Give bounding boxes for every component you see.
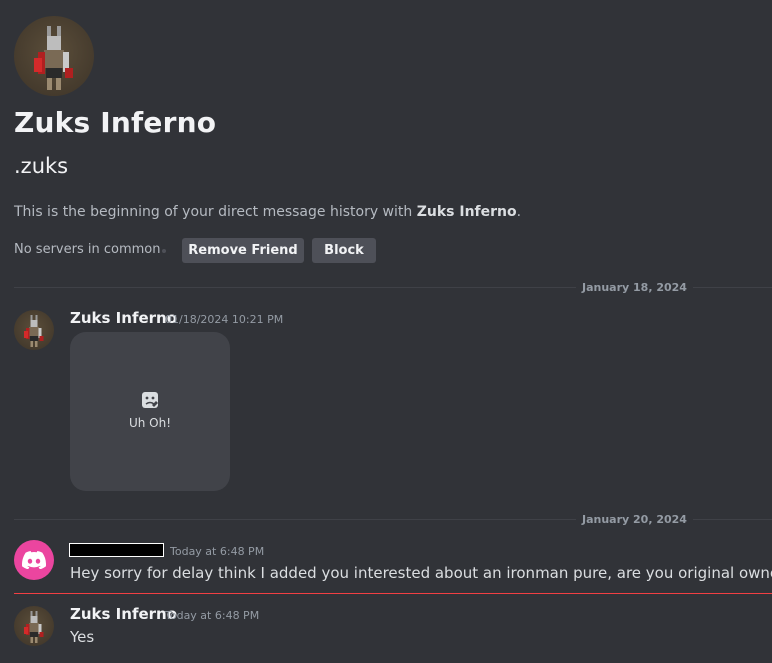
message-timestamp: Today at 6:48 PM [170,545,265,558]
dm-beginning-prefix: This is the beginning of your direct mes… [14,204,417,220]
message-timestamp: Today at 6:48 PM [165,609,260,622]
message-author[interactable]: Zuks Inferno [70,309,177,327]
attachment-error-label: Uh Oh! [128,416,172,430]
profile-username: .zuks [14,154,69,178]
dm-beginning-name: Zuks Inferno [416,204,517,220]
separator-dot [162,249,166,253]
message-avatar[interactable] [14,310,54,350]
date-divider-label: January 18, 2024 [576,281,693,294]
image-attachment[interactable]: Uh Oh! [70,332,230,491]
block-button[interactable]: Block [312,238,376,263]
character-avatar-icon [24,611,44,643]
profile-actions-row: No servers in common Remove Friend Block [14,238,614,264]
redacted-username [69,543,164,557]
profile-avatar[interactable] [14,16,94,96]
broken-image-icon [142,392,158,408]
message-timestamp: 01/18/2024 10:21 PM [165,313,284,326]
dm-beginning-text: This is the beginning of your direct mes… [14,204,521,220]
dm-channel: Zuks Inferno .zuks This is the beginning… [0,0,772,663]
profile-display-name: Zuks Inferno [14,106,217,139]
new-messages-divider [14,593,772,594]
dm-beginning-suffix: . [516,204,522,220]
discord-logo-icon [22,551,46,569]
message-content: Yes [70,628,95,646]
message-avatar[interactable] [14,540,54,580]
character-avatar-icon [24,315,44,347]
character-avatar-icon [34,26,73,90]
message-content: Hey sorry for delay think I added you in… [70,564,772,582]
message-author[interactable]: Zuks Inferno [70,605,177,623]
message-avatar[interactable] [14,606,54,646]
remove-friend-button[interactable]: Remove Friend [182,238,304,263]
date-divider-label: January 20, 2024 [576,513,693,526]
mutual-servers-text[interactable]: No servers in common [14,242,160,257]
